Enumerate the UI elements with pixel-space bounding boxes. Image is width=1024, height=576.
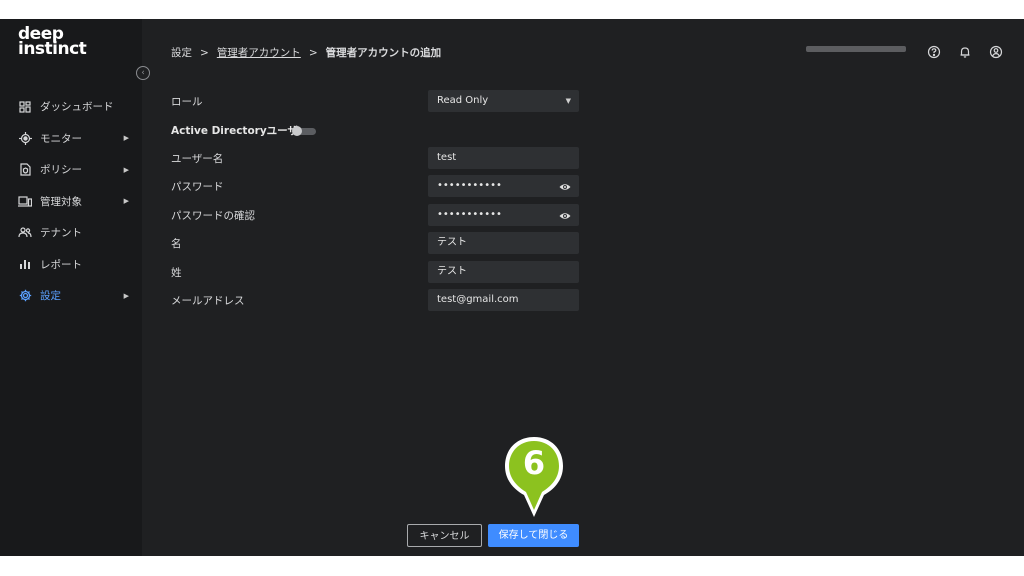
logo-line2: instinct (18, 39, 87, 59)
last-name-value: テスト (437, 266, 467, 277)
deep-instinct-logo[interactable]: deep instinct (18, 26, 87, 59)
sidebar-item-label: ダッシュボード (40, 101, 114, 114)
sidebar-collapse-button[interactable]: ‹ (136, 66, 150, 80)
last-name-field[interactable]: テスト (428, 261, 579, 283)
sidebar-item-label: 設定 (40, 290, 61, 303)
sidebar-item-label: レポート (40, 258, 82, 271)
cancel-button[interactable]: キャンセル (407, 524, 482, 547)
people-icon (18, 226, 32, 240)
password-confirm-value: ••••••••••• (437, 209, 502, 220)
bar-chart-icon (18, 257, 32, 271)
active-directory-label: Active Directoryユーザー (171, 125, 309, 137)
first-name-field[interactable]: テスト (428, 232, 579, 254)
sidebar: deep instinct ダッシュボード モニター ▶ ポリシー ▶ 管理対象… (0, 19, 142, 556)
active-directory-toggle[interactable] (292, 126, 316, 136)
role-select-value: Read Only (437, 95, 489, 106)
sidebar-item-label: テナント (40, 227, 82, 240)
sidebar-item-label: モニター (40, 132, 82, 145)
email-label: メールアドレス (171, 295, 245, 307)
eye-icon[interactable] (559, 209, 571, 221)
help-icon[interactable] (927, 44, 941, 59)
breadcrumb-root[interactable]: 設定 (171, 45, 192, 60)
breadcrumb-parent-link[interactable]: 管理者アカウント (217, 45, 301, 60)
breadcrumb-separator: > (308, 46, 318, 59)
chevron-right-icon: ▶ (123, 291, 129, 300)
sidebar-item-report[interactable]: レポート (0, 249, 142, 281)
password-field[interactable]: ••••••••••• (428, 175, 579, 197)
chevron-right-icon: ▶ (123, 197, 129, 206)
target-icon (18, 131, 32, 145)
email-value: test@gmail.com (437, 294, 519, 305)
first-name-value: テスト (437, 237, 467, 248)
password-confirm-label: パスワードの確認 (171, 210, 255, 222)
sidebar-item-monitor[interactable]: モニター ▶ (0, 123, 142, 155)
sidebar-item-tenant[interactable]: テナント (0, 217, 142, 249)
toggle-knob (292, 126, 302, 136)
eye-icon[interactable] (559, 180, 571, 192)
sidebar-item-policy[interactable]: ポリシー ▶ (0, 154, 142, 186)
dashboard-icon (18, 100, 32, 114)
breadcrumb-current: 管理者アカウントの追加 (325, 47, 442, 59)
step-callout-number: 6 (522, 444, 546, 482)
email-field[interactable]: test@gmail.com (428, 289, 579, 311)
chevron-right-icon: ▶ (123, 165, 129, 174)
first-name-label: 名 (171, 238, 182, 250)
password-label: パスワード (171, 181, 224, 193)
save-and-close-button[interactable]: 保存して閉じる (488, 524, 579, 547)
sidebar-item-settings[interactable]: 設定 ▶ (0, 280, 142, 312)
gear-icon (18, 289, 32, 303)
chevron-left-icon: ‹ (141, 68, 145, 78)
header-icons (927, 44, 1003, 59)
role-label: ロール (171, 96, 203, 108)
app-window: deep instinct ダッシュボード モニター ▶ ポリシー ▶ 管理対象… (0, 19, 1024, 556)
sidebar-nav: ダッシュボード モニター ▶ ポリシー ▶ 管理対象 ▶ テナント レポート 設… (0, 91, 142, 312)
policy-icon (18, 163, 32, 177)
last-name-label: 姓 (171, 267, 182, 279)
sidebar-item-label: ポリシー (40, 164, 82, 177)
username-value: test (437, 152, 457, 163)
user-email-redacted (806, 46, 906, 52)
devices-icon (18, 194, 32, 208)
sidebar-item-dashboard[interactable]: ダッシュボード (0, 91, 142, 123)
sidebar-item-label: 管理対象 (40, 195, 82, 208)
username-field[interactable]: test (428, 147, 579, 169)
account-icon[interactable] (989, 44, 1003, 59)
password-value: ••••••••••• (437, 180, 502, 191)
breadcrumb: 設定 > 管理者アカウント > 管理者アカウントの追加 (171, 45, 441, 60)
breadcrumb-separator: > (200, 46, 209, 59)
username-label: ユーザー名 (171, 153, 224, 165)
sidebar-item-devices[interactable]: 管理対象 ▶ (0, 186, 142, 218)
bell-icon[interactable] (958, 44, 972, 58)
chevron-right-icon: ▶ (123, 134, 129, 143)
chevron-down-icon: ▼ (565, 97, 571, 105)
password-confirm-field[interactable]: ••••••••••• (428, 204, 579, 226)
role-select[interactable]: Read Only ▼ (428, 90, 579, 112)
